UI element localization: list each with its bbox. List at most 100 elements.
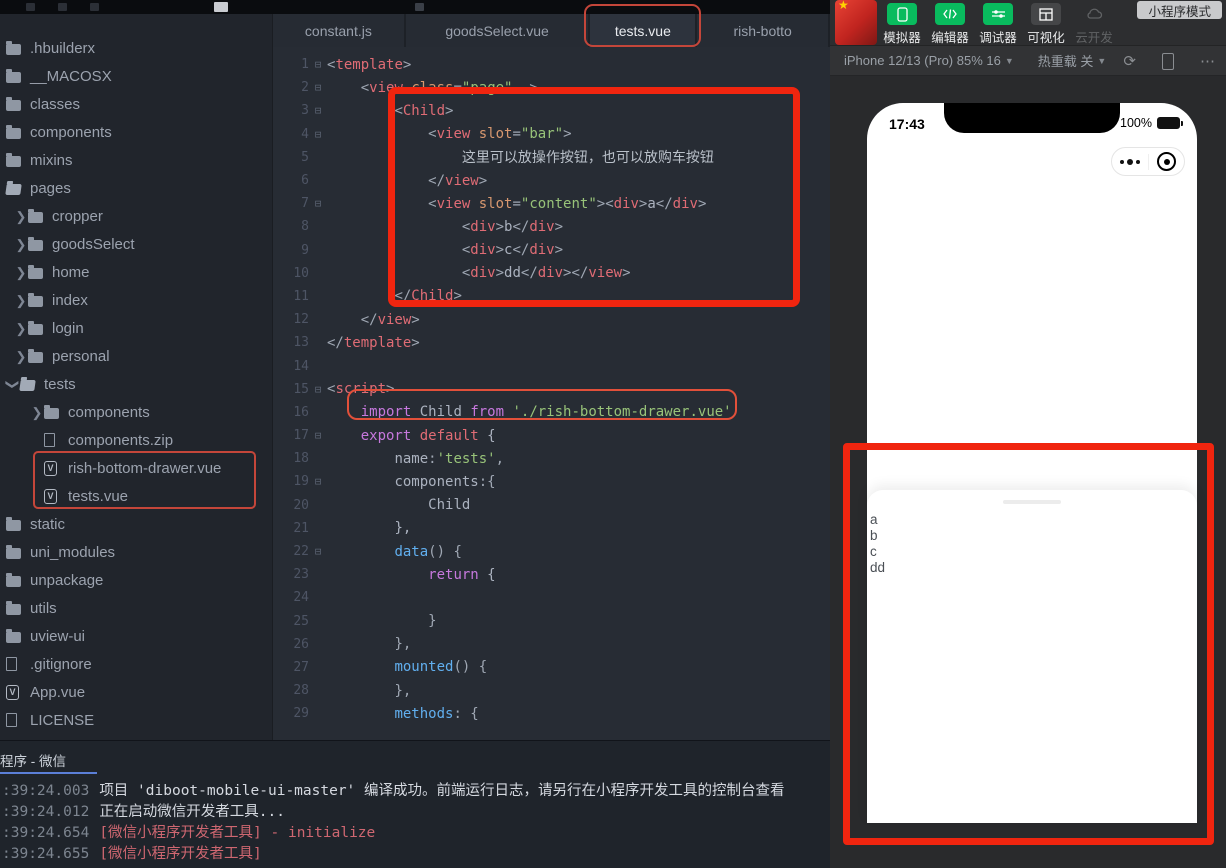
- tree-item-components[interactable]: ❯ components: [0, 398, 272, 426]
- tool-sliders[interactable]: 调试器: [974, 3, 1022, 46]
- code-line-14: 14: [273, 354, 830, 377]
- sliders-icon[interactable]: [983, 3, 1013, 25]
- code-text: <view slot="content"><div>a</div>: [428, 195, 707, 212]
- tree-item-uview-ui[interactable]: uview-ui: [0, 622, 272, 650]
- tree-item-pages[interactable]: pages: [0, 174, 272, 202]
- tree-item-classes[interactable]: classes: [0, 90, 272, 118]
- console-tab-weixin[interactable]: 程序 - 微信: [0, 750, 66, 770]
- folder-icon: [6, 96, 24, 111]
- tool-layout[interactable]: 可视化: [1022, 3, 1070, 46]
- code-text: <view slot="bar">: [428, 126, 572, 143]
- tree-item-App.vue[interactable]: V App.vue: [0, 678, 272, 706]
- drawer-item: a: [870, 512, 878, 527]
- folder-icon: [6, 40, 24, 55]
- bottom-drawer[interactable]: abcdd 这里可以放操作按钮，也可以放购车按钮: [867, 490, 1197, 823]
- user-avatar[interactable]: [835, 0, 877, 45]
- code-line-28: 28 },: [273, 679, 830, 702]
- file-explorer: .hbuilderx __MACOSX classes components mixin…: [0, 14, 272, 740]
- folder-icon: [28, 348, 46, 363]
- tool-code[interactable]: 编辑器: [926, 3, 974, 46]
- code-area[interactable]: 1 ⊟ <template> 2 ⊟ <view class="page" >3 ⊟ <C…: [273, 47, 830, 740]
- chevron-right-icon[interactable]: ❯: [14, 210, 28, 223]
- tree-item-label: cropper: [52, 207, 103, 225]
- tree-item-components[interactable]: components: [0, 118, 272, 146]
- tree-item-static[interactable]: static: [0, 510, 272, 538]
- tree-item-__MACOSX[interactable]: __MACOSX: [0, 62, 272, 90]
- capsule-more-icon[interactable]: [1112, 158, 1148, 165]
- device-selector[interactable]: iPhone 12/13 (Pro) 85% 16: [844, 53, 1001, 68]
- fold-marker-icon[interactable]: ⊟: [309, 104, 327, 117]
- code-line-11: 11 </Child>: [273, 285, 830, 308]
- fold-marker-icon[interactable]: ⊟: [309, 81, 327, 94]
- tree-item-label: unpackage: [30, 571, 104, 589]
- folder-icon: [28, 292, 46, 307]
- fold-marker-icon[interactable]: ⊟: [309, 197, 327, 210]
- log-timestamp: :39:24.655: [2, 846, 90, 862]
- tree-item-.hbuilderx[interactable]: .hbuilderx: [0, 34, 272, 62]
- tree-item-tests.vue[interactable]: Vtests.vue: [0, 482, 272, 510]
- line-number: 26: [293, 636, 309, 652]
- chevron-right-icon[interactable]: ❯: [14, 238, 28, 251]
- code-line-1: 1 ⊟ <template>: [273, 53, 830, 76]
- fold-marker-icon[interactable]: ⊟: [309, 475, 327, 488]
- code-text: mounted() {: [394, 659, 488, 676]
- chevron-right-icon[interactable]: ❯: [14, 350, 28, 363]
- cloud-icon[interactable]: [1079, 3, 1109, 25]
- tree-item-personal[interactable]: ❯ personal: [0, 342, 272, 370]
- tree-item-label: components: [30, 123, 112, 141]
- tree-item-uni_modules[interactable]: uni_modules: [0, 538, 272, 566]
- layout-icon[interactable]: [1031, 3, 1061, 25]
- drawer-item: b: [870, 528, 878, 543]
- tree-item-rish-bottom-drawer.vue[interactable]: Vrish-bottom-drawer.vue: [0, 454, 272, 482]
- tree-item-login[interactable]: ❯ login: [0, 314, 272, 342]
- fold-marker-icon[interactable]: ⊟: [309, 58, 327, 71]
- fold-marker-icon[interactable]: ⊟: [309, 429, 327, 442]
- code-icon[interactable]: [935, 3, 965, 25]
- tree-item-label: tests: [44, 375, 76, 393]
- fold-marker-icon[interactable]: ⊟: [309, 128, 327, 141]
- tree-item-label: LICENSE: [30, 711, 95, 729]
- hot-reload-toggle[interactable]: 热重载 关: [1038, 51, 1094, 70]
- tool-cloud[interactable]: 云开发: [1070, 3, 1118, 46]
- chevron-right-icon[interactable]: ❯: [14, 266, 28, 279]
- tree-item-unpackage[interactable]: unpackage: [0, 566, 272, 594]
- tree-item-.gitignore[interactable]: .gitignore: [0, 650, 272, 678]
- device-icon[interactable]: [1162, 52, 1174, 70]
- tree-item-mixins[interactable]: mixins: [0, 146, 272, 174]
- wechat-capsule[interactable]: [1111, 147, 1185, 176]
- screenshot-root: .hbuilderx __MACOSX classes components mixin…: [0, 0, 1226, 868]
- line-number: 10: [293, 265, 309, 281]
- editor-tab-goodsSelect.vue[interactable]: goodsSelect.vue: [405, 14, 591, 47]
- code-line-2: 2 ⊟ <view class="page" >: [273, 76, 830, 99]
- chevron-right-icon[interactable]: ❯: [30, 406, 44, 419]
- code-text: <template>: [327, 56, 412, 73]
- tree-item-cropper[interactable]: ❯ cropper: [0, 202, 272, 230]
- tree-item-index[interactable]: ❯ index: [0, 286, 272, 314]
- refresh-icon[interactable]: ⟳: [1123, 52, 1136, 70]
- editor-tab-constant.js[interactable]: constant.js: [273, 14, 406, 47]
- chevron-right-icon[interactable]: ❯: [14, 294, 28, 307]
- tree-item-tests[interactable]: ❯ tests: [0, 370, 272, 398]
- miniprogram-mode-button[interactable]: 小程序模式: [1137, 1, 1222, 19]
- tree-item-components.zip[interactable]: components.zip: [0, 426, 272, 454]
- tree-item-label: login: [52, 319, 84, 337]
- tool-phone[interactable]: 模拟器: [878, 3, 926, 46]
- menubar-icon: [26, 3, 35, 11]
- drawer-handle[interactable]: [1003, 500, 1061, 504]
- chevron-down-icon[interactable]: ❯: [6, 377, 21, 391]
- editor-tab-rish-botto[interactable]: rish-botto: [697, 14, 831, 47]
- code-text: </template>: [327, 334, 420, 351]
- code-line-21: 21 },: [273, 517, 830, 540]
- more-icon[interactable]: ⋯: [1200, 52, 1216, 70]
- tree-item-LICENSE[interactable]: LICENSE: [0, 706, 272, 734]
- capsule-close-icon[interactable]: [1149, 152, 1184, 171]
- phone-icon[interactable]: [887, 3, 917, 25]
- editor-tab-tests.vue[interactable]: tests.vue: [590, 14, 698, 47]
- fold-marker-icon[interactable]: ⊟: [309, 545, 327, 558]
- fold-marker-icon[interactable]: ⊟: [309, 383, 327, 396]
- tree-item-label: goodsSelect: [52, 235, 135, 253]
- tree-item-goodsSelect[interactable]: ❯ goodsSelect: [0, 230, 272, 258]
- chevron-right-icon[interactable]: ❯: [14, 322, 28, 335]
- tree-item-home[interactable]: ❯ home: [0, 258, 272, 286]
- tree-item-utils[interactable]: utils: [0, 594, 272, 622]
